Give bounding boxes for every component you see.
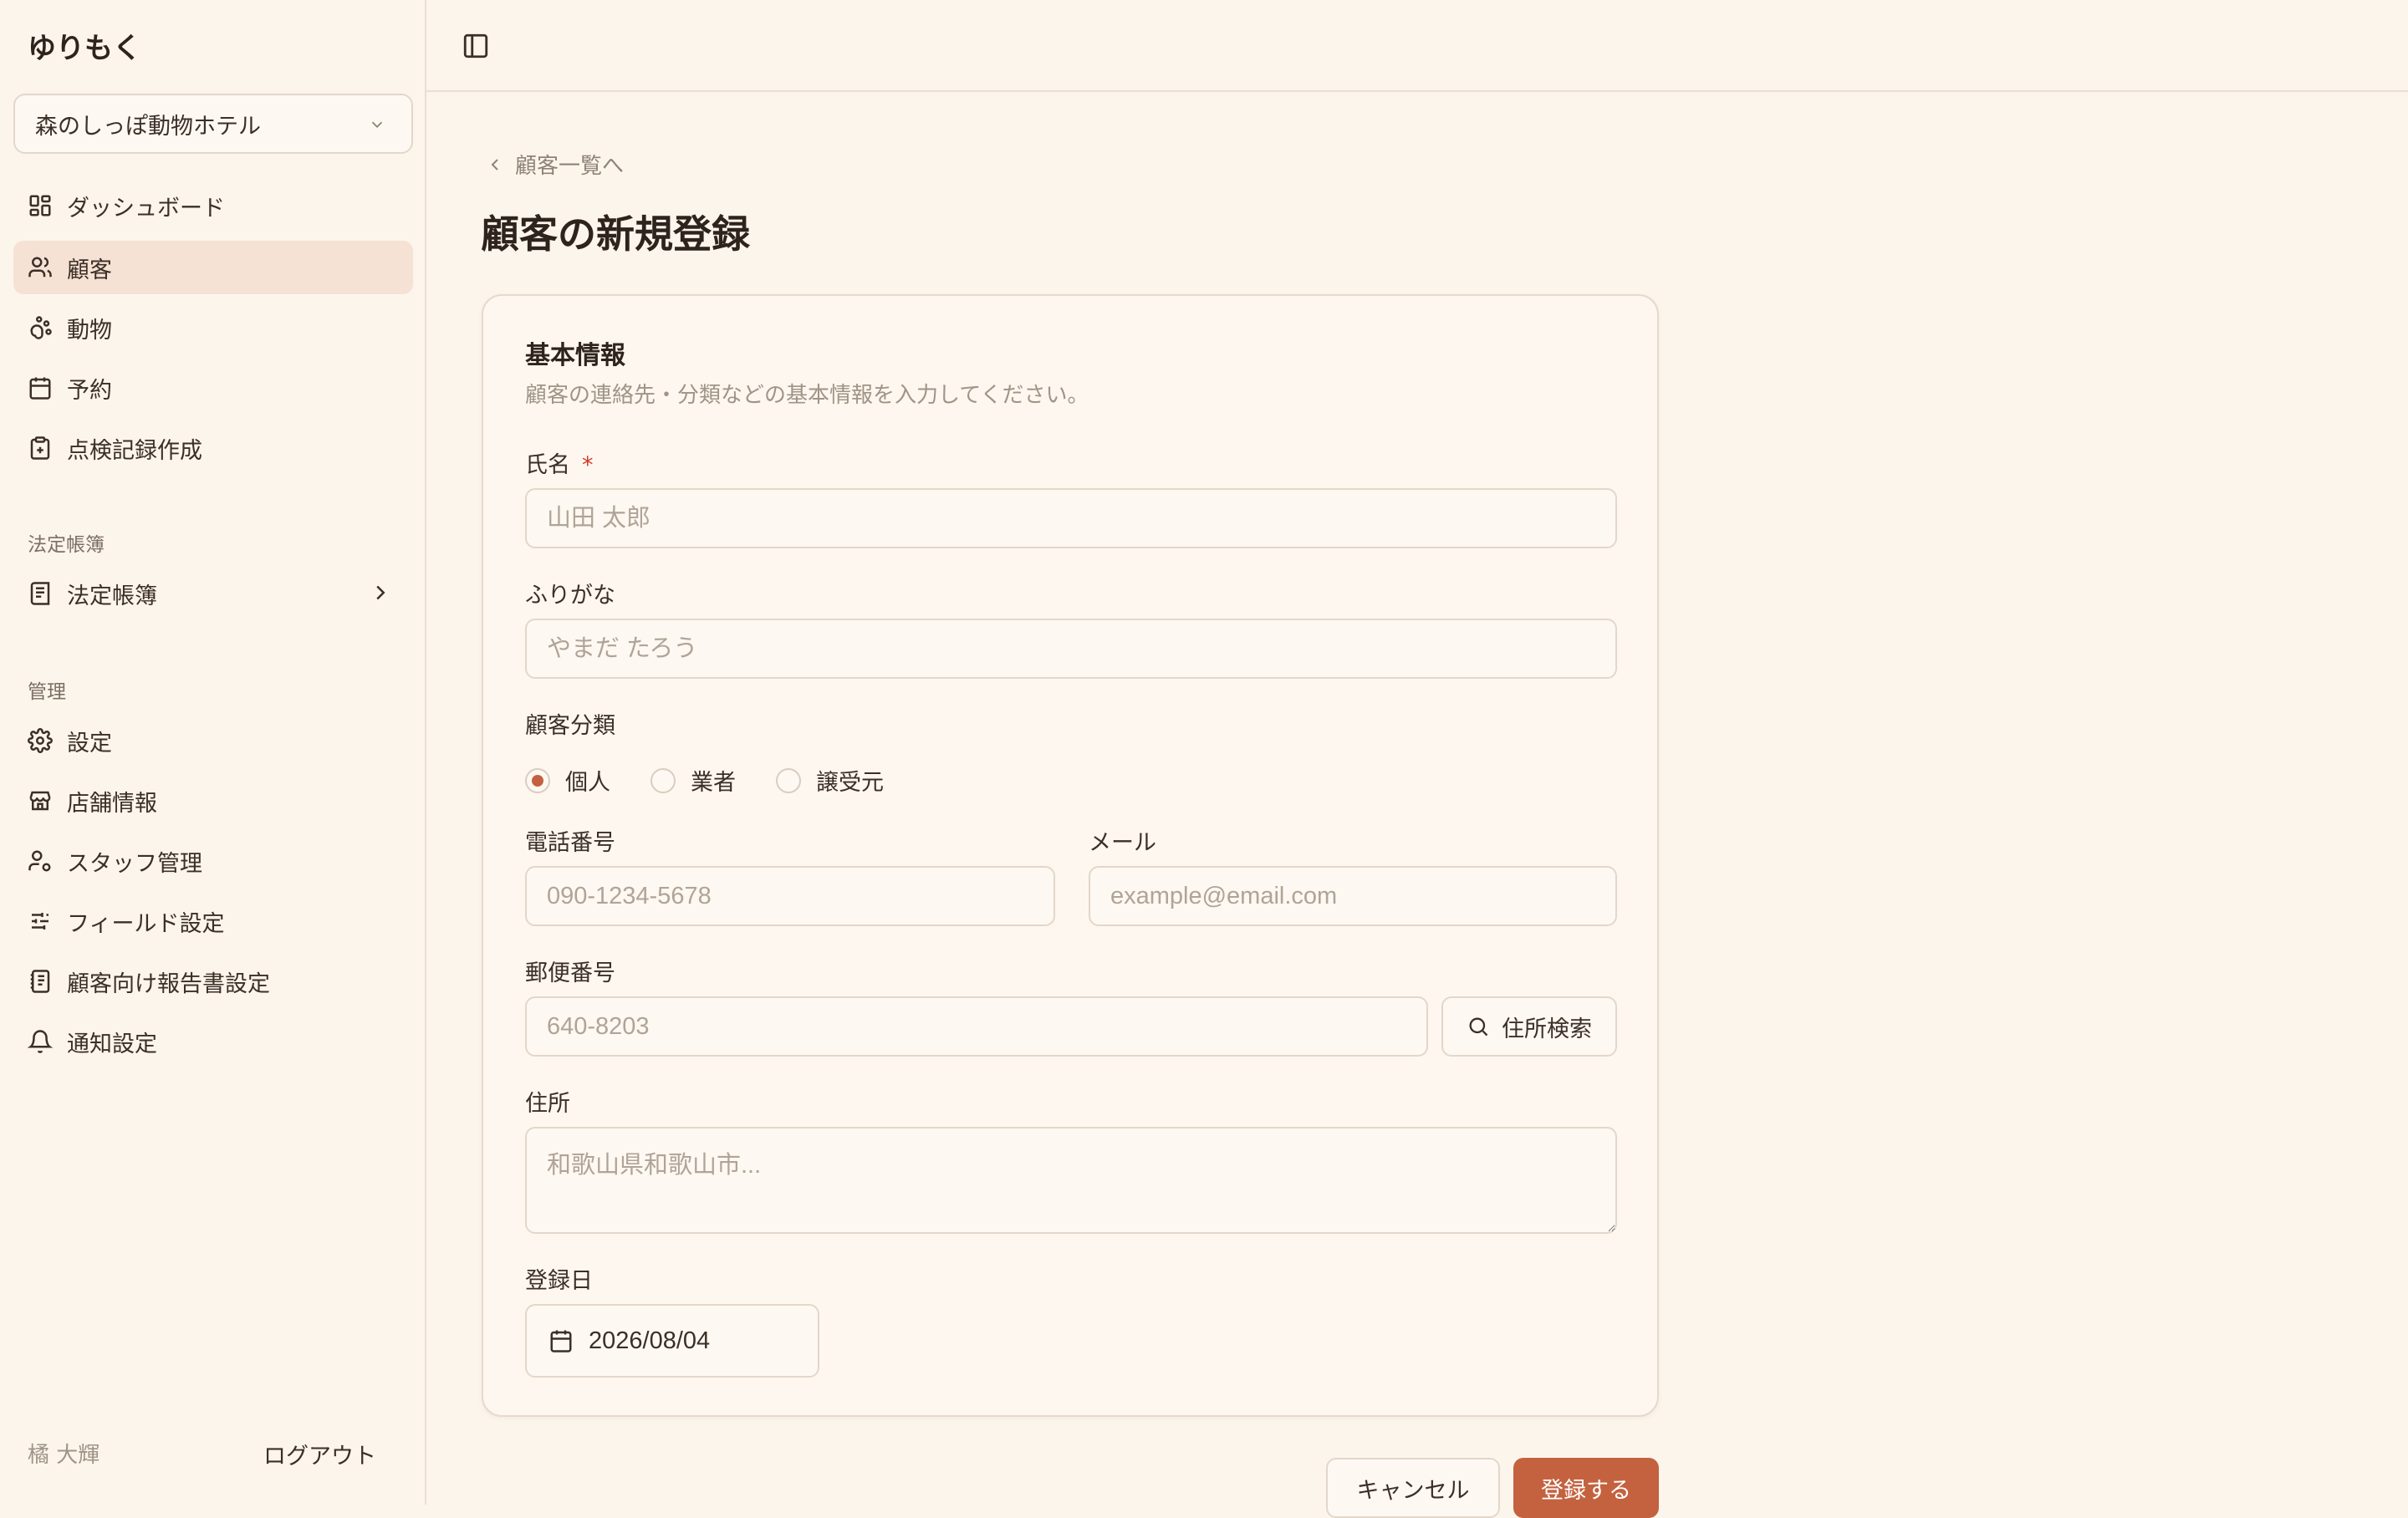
email-input[interactable] (1089, 866, 1617, 926)
sidebar-item-label: 予約 (67, 377, 112, 404)
sidebar-item-animals[interactable]: 動物 (13, 301, 413, 354)
sidebar-item-customers[interactable]: 顧客 (13, 241, 413, 294)
chevron-down-icon (368, 115, 386, 134)
search-icon (1467, 1015, 1490, 1038)
sidebar-item-label: 顧客向け報告書設定 (67, 970, 270, 997)
back-to-customer-list-link[interactable]: 顧客一覧へ (485, 149, 624, 180)
radio-indicator (776, 767, 801, 793)
card-description: 顧客の連絡先・分類などの基本情報を入力してください。 (525, 383, 1089, 408)
top-bar (426, 0, 2408, 92)
phone-label: 電話番号 (525, 830, 615, 856)
submit-button[interactable]: 登録する (1513, 1458, 1659, 1518)
required-mark: * (582, 452, 594, 478)
sidebar-toggle-icon[interactable] (462, 32, 490, 60)
phone-input[interactable] (525, 866, 1055, 926)
store-selector-value: 森のしっぽ動物ホテル (35, 113, 261, 140)
sidebar-item-notifications[interactable]: 通知設定 (13, 1015, 413, 1068)
name-input[interactable] (525, 488, 1617, 548)
store-icon (27, 787, 54, 814)
sidebar-item-label: 動物 (67, 317, 112, 344)
current-user-name: 橘 大輝 (28, 1443, 100, 1468)
sidebar-item-dashboard[interactable]: ダッシュボード (13, 179, 413, 232)
sidebar-item-label: フィールド設定 (67, 910, 225, 937)
email-label: メール (1089, 830, 1156, 856)
sidebar-item-label: 店舗情報 (67, 790, 157, 817)
chevron-right-icon (368, 580, 393, 605)
sidebar-item-label: 点検記録作成 (67, 437, 202, 464)
category-radio-transferor[interactable]: 譲受元 (776, 764, 884, 797)
sidebar-item-label: 通知設定 (67, 1031, 157, 1057)
app-brand: ゆりもく (28, 32, 141, 65)
address-search-label: 住所検索 (1502, 1016, 1592, 1042)
address-label: 住所 (525, 1091, 570, 1117)
store-selector[interactable]: 森のしっぽ動物ホテル (13, 94, 413, 154)
sidebar-item-label: スタッフ管理 (67, 850, 202, 877)
cancel-button[interactable]: キャンセル (1326, 1458, 1500, 1518)
registered-date-value: 2026/08/04 (589, 1327, 711, 1354)
sidebar-item-ledger[interactable]: 法定帳簿 (13, 567, 413, 620)
name-label: 氏名 * (525, 452, 594, 478)
sidebar-item-staff[interactable]: スタッフ管理 (13, 834, 413, 888)
sidebar-item-field-settings[interactable]: フィールド設定 (13, 894, 413, 948)
paw-icon (27, 314, 54, 341)
registered-date-label: 登録日 (525, 1268, 593, 1294)
address-textarea[interactable] (525, 1127, 1617, 1234)
clipboard-plus-icon (27, 435, 54, 461)
sidebar-item-store-info[interactable]: 店舗情報 (13, 774, 413, 828)
back-link-label: 顧客一覧へ (515, 154, 625, 179)
basic-info-card: 基本情報 顧客の連絡先・分類などの基本情報を入力してください。 氏名* ふりがな… (482, 294, 1659, 1417)
logout-button[interactable]: ログアウト (263, 1438, 376, 1470)
sidebar-item-label: 顧客 (67, 257, 112, 283)
furigana-input[interactable] (525, 619, 1617, 679)
sidebar-item-report-settings[interactable]: 顧客向け報告書設定 (13, 955, 413, 1008)
gear-icon (27, 727, 54, 754)
calendar-icon (548, 1328, 589, 1353)
sidebar: ゆりもく 森のしっぽ動物ホテル ダッシュボード 顧客 動物 予約 点検記録作成 (0, 0, 426, 1505)
customer-category-radio-group: 個人 業者 譲受元 (525, 764, 924, 797)
section-label-admin: 管理 (28, 681, 66, 703)
users-icon (27, 254, 54, 281)
dashboard-icon (27, 192, 54, 219)
category-radio-individual[interactable]: 個人 (525, 764, 610, 797)
sidebar-item-settings[interactable]: 設定 (13, 714, 413, 767)
card-title: 基本情報 (525, 341, 625, 370)
furigana-label: ふりがな (525, 583, 615, 609)
radio-label: 譲受元 (816, 770, 884, 796)
sidebar-item-inspection-record[interactable]: 点検記録作成 (13, 421, 413, 475)
registered-date-picker[interactable]: 2026/08/04 (525, 1304, 819, 1378)
radio-label: 個人 (565, 770, 610, 796)
radio-indicator (525, 767, 550, 793)
radio-label: 業者 (691, 770, 736, 796)
customer-category-label: 顧客分類 (525, 713, 615, 739)
postal-code-input[interactable] (525, 996, 1428, 1057)
sidebar-item-label: 法定帳簿 (67, 583, 157, 609)
sidebar-item-label: ダッシュボード (67, 195, 225, 222)
user-cog-icon (27, 848, 54, 874)
address-search-button[interactable]: 住所検索 (1441, 996, 1617, 1057)
bell-icon (27, 1028, 54, 1055)
section-label-ledger: 法定帳簿 (28, 534, 105, 556)
chevron-left-icon (485, 155, 515, 175)
calendar-icon (27, 374, 54, 401)
sidebar-item-reservations[interactable]: 予約 (13, 361, 413, 415)
category-radio-business[interactable]: 業者 (650, 764, 736, 797)
page-title: 顧客の新規登録 (481, 211, 750, 257)
sliders-icon (27, 908, 54, 935)
radio-indicator (650, 767, 676, 793)
sidebar-item-label: 設定 (67, 730, 112, 756)
postal-code-label: 郵便番号 (525, 960, 615, 986)
report-icon (27, 968, 54, 995)
book-icon (27, 580, 54, 607)
